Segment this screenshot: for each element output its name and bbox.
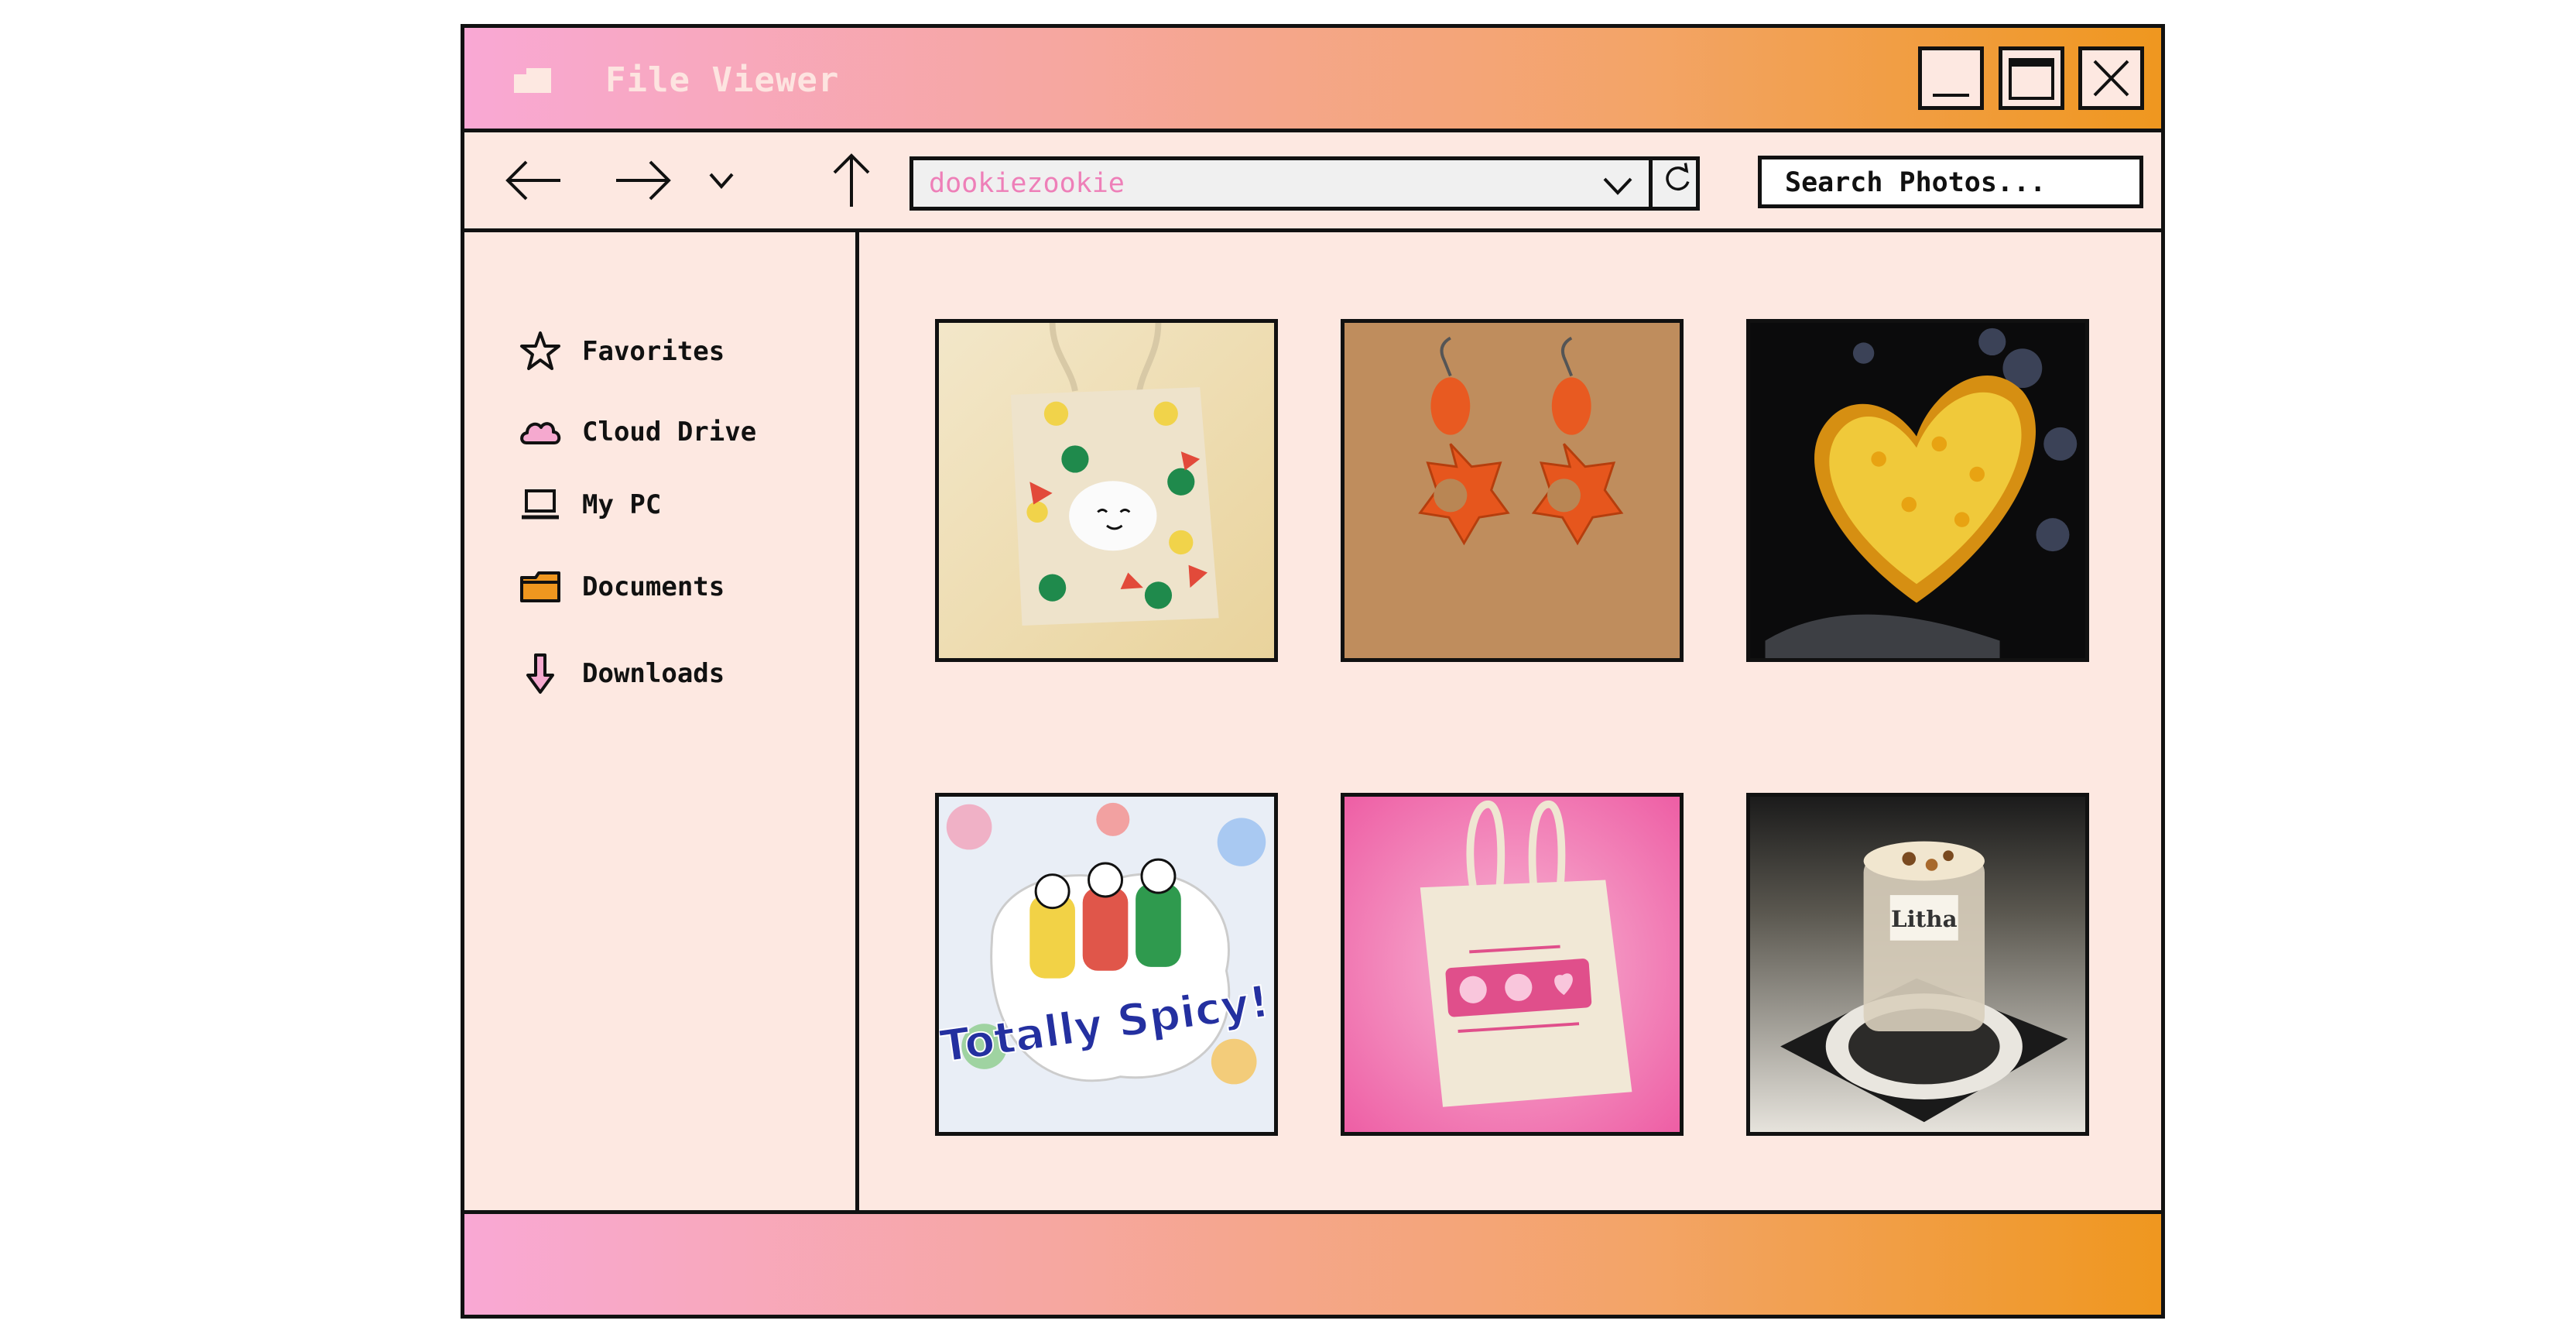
sidebar-item-label: Favorites	[582, 336, 725, 367]
maximize-button[interactable]	[1999, 46, 2064, 110]
title-bar[interactable]: File Viewer	[464, 28, 2161, 132]
sidebar-item-documents[interactable]: Documents	[519, 561, 828, 615]
pink-tote-photo	[1345, 797, 1680, 1132]
close-icon	[2093, 60, 2129, 97]
sidebar-item-label: My PC	[582, 489, 662, 520]
folder-window-icon	[514, 68, 551, 93]
up-arrow-icon[interactable]	[828, 151, 875, 210]
folder-icon	[520, 571, 560, 602]
sidebar: Favorites Cloud Drive My PC Documents Do…	[464, 232, 859, 1239]
sidebar-item-label: Documents	[582, 571, 725, 602]
photo-thumbnail[interactable]: Totally Spicy!	[935, 793, 1278, 1136]
sidebar-item-cloud-drive[interactable]: Cloud Drive	[519, 406, 828, 460]
refresh-button[interactable]	[1649, 156, 1700, 211]
status-bar	[464, 1210, 2161, 1315]
sidebar-item-label: Downloads	[582, 658, 725, 689]
download-arrow-icon	[526, 653, 554, 694]
star-icon	[520, 331, 560, 370]
forward-arrow-icon[interactable]	[611, 157, 673, 204]
sidebar-item-downloads[interactable]: Downloads	[519, 647, 828, 701]
photo-thumbnail[interactable]	[935, 319, 1278, 662]
close-button[interactable]	[2078, 46, 2144, 110]
address-value: dookiezookie	[929, 168, 1125, 199]
chevron-down-icon[interactable]	[706, 166, 737, 194]
minimize-icon	[1933, 94, 1969, 97]
address-bar[interactable]: dookiezookie	[909, 156, 1700, 211]
refresh-icon	[1666, 163, 1690, 190]
toolbar: dookiezookie Search Photos...	[464, 132, 2161, 232]
file-viewer-window: File Viewer dookiezookie Search Photos..…	[461, 24, 2165, 1319]
sidebar-item-label: Cloud Drive	[582, 417, 757, 448]
candle-label: Litha	[1891, 905, 1958, 932]
photo-thumbnail[interactable]	[1341, 319, 1684, 662]
sidebar-item-favorites[interactable]: Favorites	[519, 325, 828, 379]
tote-bag-photo	[939, 323, 1274, 658]
sticker-photo: Totally Spicy!	[939, 797, 1274, 1132]
photo-thumbnail[interactable]	[1341, 793, 1684, 1136]
cloud-icon	[520, 422, 561, 444]
heart-dish-photo	[1750, 323, 2085, 658]
search-placeholder: Search Photos...	[1785, 167, 2047, 198]
earrings-photo	[1345, 323, 1680, 658]
sidebar-item-my-pc[interactable]: My PC	[519, 478, 828, 533]
photo-thumbnail[interactable]: Litha	[1746, 793, 2089, 1136]
minimize-button[interactable]	[1918, 46, 1984, 110]
photo-thumbnail[interactable]	[1746, 319, 2089, 662]
maximize-icon	[2009, 58, 2054, 100]
chevron-down-icon[interactable]	[1598, 171, 1637, 199]
laptop-icon	[522, 489, 559, 520]
back-arrow-icon[interactable]	[503, 157, 565, 204]
window-title: File Viewer	[605, 60, 840, 100]
search-input[interactable]: Search Photos...	[1758, 156, 2143, 208]
photo-grid: Totally Spicy! Litha	[863, 232, 2165, 1239]
candle-photo: Litha	[1750, 797, 2085, 1132]
